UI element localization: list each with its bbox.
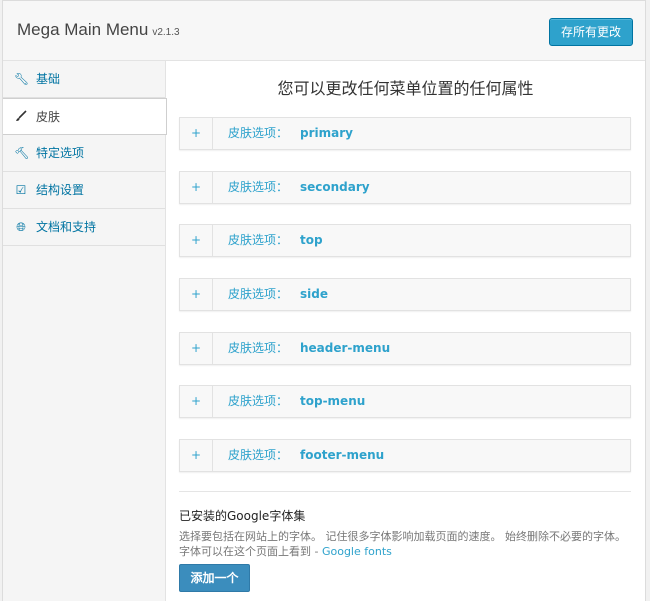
skin-option-label: 皮肤选项： xyxy=(228,126,289,140)
skin-name: secondary xyxy=(300,180,370,194)
checkbox-icon: ☑ xyxy=(15,183,27,197)
skin-accordion-footer-menu[interactable]: + 皮肤选项： footer-menu xyxy=(179,439,631,472)
page-title: 您可以更改任何菜单位置的任何属性 xyxy=(277,79,534,98)
expand-icon[interactable]: + xyxy=(180,386,213,417)
skin-option-label: 皮肤选项： xyxy=(228,287,289,301)
expand-icon[interactable]: + xyxy=(180,440,213,471)
hammer-icon: 🔨︎ xyxy=(14,146,30,160)
sidebar-item-specific-options[interactable]: 🔨︎ 特定选项 xyxy=(3,135,165,172)
expand-icon[interactable]: + xyxy=(180,225,213,256)
main-content: 您可以更改任何菜单位置的任何属性 + 皮肤选项： primary + 皮肤选项：… xyxy=(166,61,645,601)
sidebar-item-label: 基础 xyxy=(36,72,61,86)
app-title: Mega Main Menu v2.1.3 xyxy=(17,20,180,40)
save-all-button[interactable]: 存所有更改 xyxy=(549,18,633,46)
sidebar-item-label: 结构设置 xyxy=(36,183,85,197)
skin-accordion-side[interactable]: + 皮肤选项： side xyxy=(179,278,631,311)
skin-option-label: 皮肤选项： xyxy=(228,180,289,194)
expand-icon[interactable]: + xyxy=(180,118,213,149)
section-divider xyxy=(179,491,631,492)
skin-accordion-header-menu[interactable]: + 皮肤选项： header-menu xyxy=(179,332,631,365)
app-version: v2.1.3 xyxy=(152,27,180,38)
google-fonts-description: 选择要包括在网站上的字体。 记住很多字体影响加载页面的速度。 始终删除不必要的字… xyxy=(179,529,634,559)
skin-option-label: 皮肤选项： xyxy=(228,233,289,247)
skin-name: header-menu xyxy=(300,341,391,355)
google-fonts-link[interactable]: Google fonts xyxy=(322,545,392,558)
sidebar-item-docs-support[interactable]: 🌐︎ 文档和支持 xyxy=(3,209,165,246)
google-fonts-title: 已安装的Google字体集 xyxy=(179,509,306,523)
fonts-description-text: 选择要包括在网站上的字体。 记住很多字体影响加载页面的速度。 始终删除不必要的字… xyxy=(179,530,626,558)
expand-icon[interactable]: + xyxy=(180,279,213,310)
wrench-icon: 🔧︎ xyxy=(14,72,30,86)
skin-option-label: 皮肤选项： xyxy=(228,341,289,355)
app-name: Mega Main Menu xyxy=(17,20,149,39)
skin-name: footer-menu xyxy=(300,448,385,462)
skin-name: primary xyxy=(300,126,353,140)
skin-accordion-top-menu[interactable]: + 皮肤选项： top-menu xyxy=(179,385,631,418)
sidebar-item-structure-settings[interactable]: ☑ 结构设置 xyxy=(3,172,165,209)
globe-icon: 🌐︎ xyxy=(16,220,26,234)
skin-name: side xyxy=(300,287,328,301)
skin-option-label: 皮肤选项： xyxy=(228,394,289,408)
skin-accordion-secondary[interactable]: + 皮肤选项： secondary xyxy=(179,171,631,204)
expand-icon[interactable]: + xyxy=(180,333,213,364)
sidebar: 🔧︎ 基础 皮肤 🔨︎ 特定选项 ☑ 结构设置 🌐︎ 文档和支持 xyxy=(3,61,167,601)
sidebar-item-label: 文档和支持 xyxy=(36,220,97,234)
skin-name: top xyxy=(300,233,323,247)
skin-option-label: 皮肤选项： xyxy=(228,448,289,462)
expand-icon[interactable]: + xyxy=(180,172,213,203)
header-bar: Mega Main Menu v2.1.3 存所有更改 xyxy=(3,1,645,61)
skin-name: top-menu xyxy=(300,394,366,408)
settings-panel: Mega Main Menu v2.1.3 存所有更改 🔧︎ 基础 皮肤 🔨︎ 特… xyxy=(2,0,646,601)
sidebar-item-label: 皮肤 xyxy=(36,110,61,124)
brush-icon xyxy=(14,99,28,135)
add-font-button[interactable]: 添加一个 xyxy=(179,564,250,592)
skin-accordion-primary[interactable]: + 皮肤选项： primary xyxy=(179,117,631,150)
sidebar-item-skins[interactable]: 皮肤 xyxy=(3,98,167,135)
sidebar-item-basic[interactable]: 🔧︎ 基础 xyxy=(3,61,165,98)
skin-accordion-top[interactable]: + 皮肤选项： top xyxy=(179,224,631,257)
sidebar-item-label: 特定选项 xyxy=(36,146,85,160)
